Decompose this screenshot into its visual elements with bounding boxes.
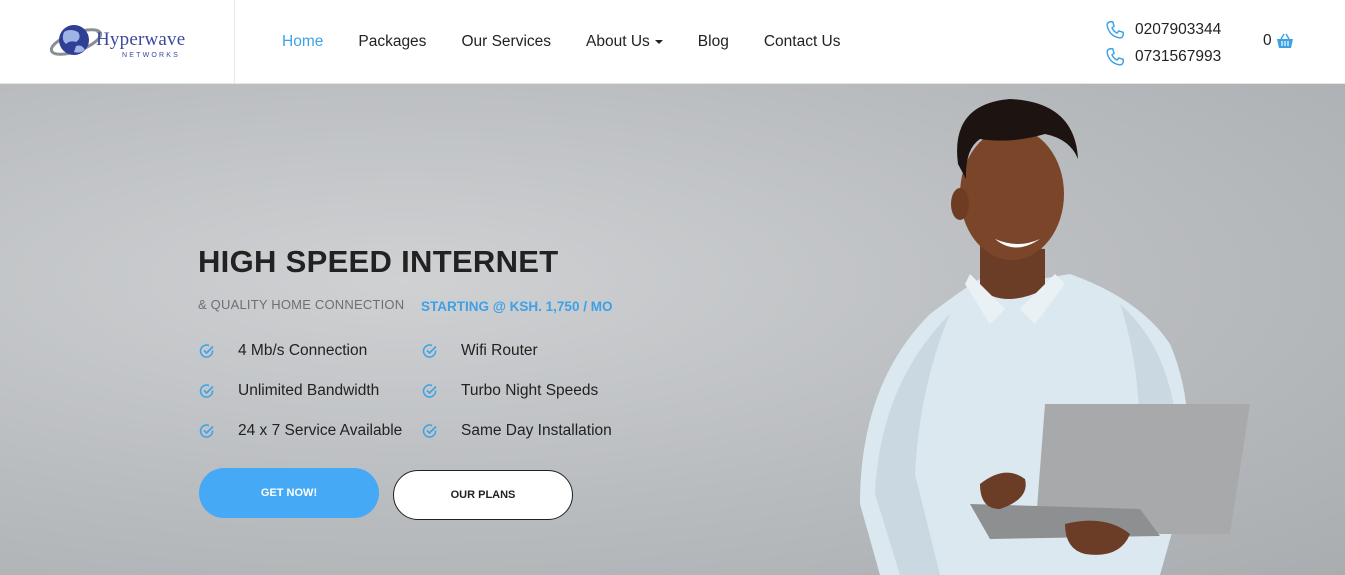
check-circle-icon — [422, 424, 437, 438]
feature-label: Unlimited Bandwidth — [238, 382, 380, 399]
get-now-button[interactable]: GET NOW! — [199, 468, 379, 518]
feature-label: Same Day Installation — [461, 422, 612, 439]
check-circle-icon — [199, 424, 214, 438]
phone-row[interactable]: 0207903344 — [1104, 16, 1221, 43]
nav-item-contact-us[interactable]: Contact Us — [764, 32, 841, 52]
check-circle-icon — [199, 344, 214, 358]
feature-item: Unlimited Bandwidth — [198, 382, 379, 400]
feature-label: Turbo Night Speeds — [461, 382, 599, 399]
cart-button[interactable]: 0 — [1263, 32, 1294, 50]
hero-section: HIGH SPEED INTERNET & QUALITY HOME CONNE… — [0, 84, 1345, 575]
nav-item-blog[interactable]: Blog — [698, 32, 729, 52]
feature-item: Turbo Night Speeds — [421, 382, 598, 400]
phone-number-1: 0207903344 — [1135, 20, 1222, 38]
nav-item-about-us[interactable]: About Us — [586, 32, 663, 52]
phone-number-2: 0731567993 — [1135, 47, 1222, 65]
phone-row[interactable]: 0731567993 — [1104, 43, 1221, 70]
phone-numbers: 0207903344 0731567993 — [1104, 16, 1221, 70]
phone-icon — [1106, 20, 1124, 39]
hero-title: HIGH SPEED INTERNET — [198, 244, 559, 279]
feature-label: Wifi Router — [461, 342, 538, 359]
check-circle-icon — [422, 344, 437, 358]
nav-item-our-services[interactable]: Our Services — [461, 32, 551, 52]
main-nav: Home Packages Our Services About Us Blog… — [282, 32, 876, 52]
feature-item: Same Day Installation — [421, 422, 612, 440]
our-plans-button[interactable]: OUR PLANS — [393, 470, 573, 520]
site-logo[interactable]: Hyperwave NETWORKS — [48, 20, 198, 64]
hero-price: STARTING @ KSH. 1,750 / MO — [421, 299, 613, 314]
basket-icon — [1276, 33, 1293, 48]
hero-subtitle: & QUALITY HOME CONNECTION — [198, 297, 405, 312]
feature-label: 24 x 7 Service Available — [238, 422, 403, 439]
site-header: Hyperwave NETWORKS Home Packages Our Ser… — [0, 0, 1345, 84]
feature-item: Wifi Router — [421, 342, 538, 360]
cart-count: 0 — [1263, 32, 1272, 49]
caret-down-icon — [654, 39, 663, 44]
feature-item: 24 x 7 Service Available — [198, 422, 402, 440]
check-circle-icon — [199, 384, 214, 398]
logo-tagline: NETWORKS — [122, 52, 181, 59]
nav-item-home[interactable]: Home — [282, 32, 323, 52]
phone-icon — [1106, 47, 1124, 66]
check-circle-icon — [422, 384, 437, 398]
feature-item: 4 Mb/s Connection — [198, 342, 367, 360]
logo-text: Hyperwave — [96, 29, 186, 50]
nav-item-about-us-label: About Us — [586, 33, 650, 50]
nav-item-packages[interactable]: Packages — [358, 32, 426, 52]
feature-label: 4 Mb/s Connection — [238, 342, 368, 359]
logo-container: Hyperwave NETWORKS — [0, 0, 235, 84]
hero-image — [860, 99, 1250, 575]
